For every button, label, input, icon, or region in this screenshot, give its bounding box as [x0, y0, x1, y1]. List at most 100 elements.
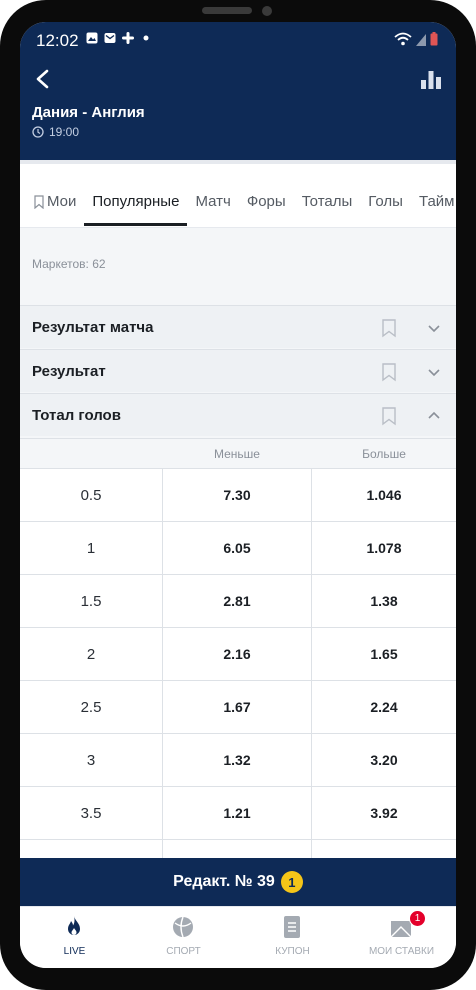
- market-header-result[interactable]: Результат: [20, 349, 456, 392]
- bookmark-icon: [34, 195, 44, 209]
- table-row: 3.5 1.21 3.92: [20, 786, 456, 839]
- status-bar: 12:02: [20, 22, 456, 58]
- table-row: 1 6.05 1.078: [20, 521, 456, 574]
- tabs-row: Мои Популярные Матч Форы Тоталы Голы Тай…: [26, 190, 456, 226]
- match-title: Дания - Англия: [32, 104, 145, 121]
- tab-label: Тоталы: [301, 193, 353, 210]
- market-title: Результат матча: [32, 318, 154, 336]
- totals-column-headers: Меньше Больше: [20, 438, 456, 468]
- table-row: 2 2.16 1.65: [20, 627, 456, 680]
- wifi-icon: [394, 32, 412, 46]
- markets-content: Маркетов: 62 Результат матча Результат Т…: [20, 228, 456, 892]
- image-icon: [86, 32, 98, 44]
- odd-over[interactable]: 1.38: [312, 575, 456, 627]
- chevron-up-icon[interactable]: [426, 408, 442, 424]
- table-row: 2.5 1.67 2.24: [20, 680, 456, 733]
- back-arrow-icon[interactable]: [28, 64, 58, 94]
- app-header: 12:02 Дания - Англия 19:00: [20, 22, 456, 160]
- odd-over[interactable]: 1.078: [312, 522, 456, 574]
- total-line: 3: [20, 734, 163, 786]
- app-screen: 12:02 Дания - Англия 19:00 Мои Популярны…: [20, 22, 456, 968]
- bet-slip-bar[interactable]: Редакт. № 39 1: [20, 858, 456, 906]
- table-row: 1.5 2.81 1.38: [20, 574, 456, 627]
- mail-icon: [104, 33, 116, 43]
- total-line: 0.5: [20, 469, 163, 521]
- odd-under[interactable]: 2.16: [163, 628, 312, 680]
- front-camera: [262, 6, 272, 16]
- bet-slip-label: Редакт. № 39: [173, 873, 275, 890]
- bookmark-icon[interactable]: [380, 362, 398, 382]
- market-title: Результат: [32, 362, 106, 380]
- nav-my-bets[interactable]: 1 МОИ СТАВКИ: [347, 907, 456, 968]
- notification-icons: [86, 32, 152, 44]
- nav-sport[interactable]: СПОРТ: [129, 907, 238, 968]
- market-header-match-result[interactable]: Результат матча: [20, 305, 456, 348]
- speaker-grille: [202, 7, 252, 14]
- market-header-total-goals[interactable]: Тотал голов: [20, 393, 456, 436]
- nav-label: МОИ СТАВКИ: [368, 946, 435, 957]
- nav-coupon[interactable]: КУПОН: [238, 907, 347, 968]
- tab-my[interactable]: Мои: [26, 190, 84, 226]
- tab-label: Матч: [195, 193, 231, 210]
- markets-count: Маркетов: 62: [32, 257, 106, 271]
- odd-under[interactable]: 7.30: [163, 469, 312, 521]
- bookmark-icon[interactable]: [380, 406, 398, 426]
- tab-label: Популярные: [92, 193, 180, 210]
- bottom-navigation: LIVE СПОРТ КУПОН 1 МОИ СТАВКИ: [20, 906, 456, 968]
- odd-over[interactable]: 3.92: [312, 787, 456, 839]
- phone-frame: 12:02 Дания - Англия 19:00 Мои Популярны…: [0, 0, 476, 990]
- flame-icon: [68, 916, 80, 935]
- battery-icon: [430, 32, 438, 46]
- clock-icon: [32, 126, 44, 138]
- nav-label: LIVE: [63, 946, 86, 957]
- odd-under[interactable]: 1.67: [163, 681, 312, 733]
- tab-label: Форы: [246, 193, 286, 210]
- match-time-value: 19:00: [49, 125, 80, 139]
- chevron-down-icon[interactable]: [426, 320, 442, 336]
- status-right-icons: [394, 32, 438, 46]
- tab-totals[interactable]: Тоталы: [294, 190, 361, 226]
- total-line: 3.5: [20, 787, 163, 839]
- ball-icon: [173, 916, 193, 938]
- signal-icon: [416, 34, 426, 46]
- tab-match[interactable]: Матч: [187, 190, 238, 226]
- bookmark-icon[interactable]: [380, 318, 398, 338]
- chevron-down-icon[interactable]: [426, 364, 442, 380]
- total-line: 1.5: [20, 575, 163, 627]
- total-line: 2: [20, 628, 163, 680]
- tab-label: Мои: [47, 193, 77, 210]
- coupon-icon: [284, 916, 300, 938]
- slack-icon: [122, 32, 134, 44]
- column-under: Меньше: [214, 447, 260, 461]
- nav-label: СПОРТ: [166, 946, 201, 957]
- market-title: Тотал голов: [32, 406, 121, 424]
- statistics-icon[interactable]: [418, 66, 444, 92]
- total-line: 2.5: [20, 681, 163, 733]
- notification-badge: 1: [409, 910, 426, 927]
- total-line: 1: [20, 522, 163, 574]
- dot-icon: [143, 35, 149, 41]
- table-row: 0.5 7.30 1.046: [20, 468, 456, 521]
- tab-handicaps[interactable]: Форы: [239, 190, 294, 226]
- tab-popular[interactable]: Популярные: [84, 190, 188, 226]
- odd-over[interactable]: 1.65: [312, 628, 456, 680]
- table-row: 3 1.32 3.20: [20, 733, 456, 786]
- odd-under[interactable]: 1.32: [163, 734, 312, 786]
- odd-under[interactable]: 1.21: [163, 787, 312, 839]
- bet-slip-count-badge: 1: [280, 871, 303, 893]
- tab-label: Голы: [368, 193, 403, 210]
- odd-under[interactable]: 2.81: [163, 575, 312, 627]
- market-tabs: Мои Популярные Матч Форы Тоталы Голы Тай…: [20, 160, 456, 228]
- nav-live[interactable]: LIVE: [20, 907, 129, 968]
- tab-half[interactable]: Тайм: [411, 190, 456, 226]
- odd-over[interactable]: 3.20: [312, 734, 456, 786]
- tab-label: Тайм: [418, 193, 455, 210]
- odd-over[interactable]: 1.046: [312, 469, 456, 521]
- status-time: 12:02: [36, 31, 79, 50]
- odd-under[interactable]: 6.05: [163, 522, 312, 574]
- column-over: Больше: [362, 447, 406, 461]
- match-time: 19:00: [32, 125, 79, 139]
- odd-over[interactable]: 2.24: [312, 681, 456, 733]
- tab-goals[interactable]: Голы: [360, 190, 411, 226]
- nav-label: КУПОН: [275, 946, 310, 957]
